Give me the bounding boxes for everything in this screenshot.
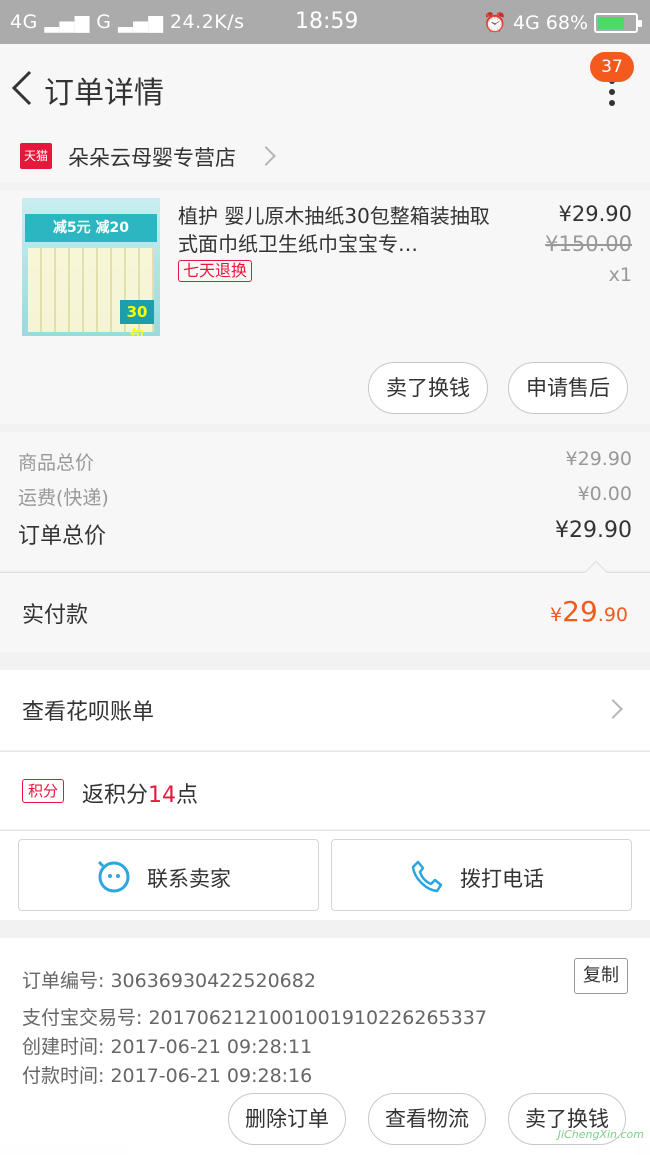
chat-bubble-icon xyxy=(97,860,130,893)
watermark: JiChengXin.com xyxy=(557,1128,644,1141)
resell-button[interactable]: 卖了换钱 xyxy=(368,362,488,414)
clock: 18:59 xyxy=(295,9,359,34)
status-right: ⏰ 4G 68% xyxy=(483,11,642,34)
call-phone-label: 拨打电话 xyxy=(460,867,544,891)
network-status: 4G ▂▄▆ G ▂▄▆ 24.2K/s xyxy=(10,11,245,33)
product-card: 减5元 减20 30包 植护 婴儿原木抽纸30包整箱装抽取式面巾纸卫生纸巾宝宝专… xyxy=(0,190,650,424)
points-number: 14 xyxy=(148,783,177,808)
created-time: 创建时间: 2017-06-21 09:28:11 xyxy=(22,1036,313,1058)
paid-decimal: .90 xyxy=(597,604,628,626)
contact-section: 联系卖家 拨打电话 xyxy=(0,830,650,920)
view-logistics-button[interactable]: 查看物流 xyxy=(368,1093,486,1145)
points-text: 返积分14点 xyxy=(82,777,198,809)
tmall-logo: 天猫 xyxy=(20,143,52,169)
paid-amount-row: 实付款 ¥29.90 xyxy=(0,560,650,652)
alipay-trade-number: 支付宝交易号: 2017062121001001910226265337 xyxy=(22,1007,487,1029)
carrier-type: G xyxy=(96,11,112,33)
battery-icon xyxy=(594,12,642,33)
call-phone-button[interactable]: 拨打电话 xyxy=(331,839,632,911)
product-image-count: 30包 xyxy=(120,300,154,336)
summary-value: ¥29.90 xyxy=(555,518,632,543)
delete-order-button[interactable]: 删除订单 xyxy=(228,1093,346,1145)
huabei-label: 查看花呗账单 xyxy=(22,700,155,725)
contact-seller-label: 联系卖家 xyxy=(147,867,231,891)
summary-row-goods: 商品总价 ¥29.90 xyxy=(18,448,632,475)
huabei-bill-row[interactable]: 查看花呗账单 xyxy=(0,670,650,750)
signal-icon-2: ▂▄▆ xyxy=(118,11,164,33)
bottom-action-bar: 删除订单 查看物流 卖了换钱 xyxy=(0,1085,650,1155)
product-image[interactable]: 减5元 减20 30包 xyxy=(22,198,160,336)
page-title: 订单详情 xyxy=(44,76,164,111)
points-badge: 积分 xyxy=(22,779,64,803)
paid-time: 付款时间: 2017-06-21 09:28:16 xyxy=(22,1065,313,1087)
chevron-right-icon xyxy=(256,146,276,166)
network-type: 4G xyxy=(10,11,38,33)
paid-value: ¥29.90 xyxy=(550,595,628,628)
more-menu-icon[interactable] xyxy=(608,78,616,108)
price-summary: 商品总价 ¥29.90 运费(快递) ¥0.00 订单总价 ¥29.90 xyxy=(0,432,650,570)
summary-row-total: 订单总价 ¥29.90 xyxy=(18,518,632,550)
message-count-badge: 37 xyxy=(590,52,634,82)
network-speed: 24.2K/s xyxy=(169,11,245,33)
back-arrow-icon[interactable] xyxy=(8,68,36,108)
points-suffix: 点 xyxy=(176,783,199,808)
battery-percent: 68% xyxy=(545,11,588,34)
product-name[interactable]: 植护 婴儿原木抽纸30包整箱装抽取式面巾纸卫生纸巾宝宝专… xyxy=(178,202,498,258)
right-network: 4G xyxy=(512,11,540,34)
summary-row-shipping: 运费(快递) ¥0.00 xyxy=(18,483,632,510)
order-number: 订单编号: 30636930422520682 xyxy=(22,970,316,992)
points-row: 积分 返积分14点 xyxy=(0,751,650,829)
order-info: 订单编号: 30636930422520682 复制 支付宝交易号: 20170… xyxy=(0,938,650,1098)
paid-label: 实付款 xyxy=(22,603,89,628)
signal-icon: ▂▄▆ xyxy=(44,11,90,33)
product-quantity: x1 xyxy=(608,264,632,286)
paid-integer: 29 xyxy=(562,595,598,628)
status-bar: 4G ▂▄▆ G ▂▄▆ 24.2K/s 18:59 ⏰ 4G 68% xyxy=(0,0,650,44)
alarm-icon: ⏰ xyxy=(483,12,507,34)
return-policy-badge: 七天退换 xyxy=(178,260,253,282)
product-price: ¥29.90 xyxy=(558,202,632,226)
after-sale-button[interactable]: 申请售后 xyxy=(508,362,628,414)
original-price: ¥150.00 xyxy=(545,232,632,256)
store-name: 朵朵云母婴专营店 xyxy=(68,146,236,170)
product-image-banner: 减5元 减20 xyxy=(25,214,157,242)
nav-bar: 订单详情 37 xyxy=(0,44,650,130)
points-prefix: 返积分 xyxy=(82,783,149,808)
summary-label: 运费(快递) xyxy=(18,487,109,509)
summary-value: ¥0.00 xyxy=(577,483,632,505)
summary-label: 订单总价 xyxy=(18,524,107,549)
paid-currency: ¥ xyxy=(550,604,563,626)
chevron-right-icon xyxy=(603,699,623,719)
summary-value: ¥29.90 xyxy=(565,448,632,470)
contact-seller-button[interactable]: 联系卖家 xyxy=(18,839,319,911)
summary-label: 商品总价 xyxy=(18,452,95,474)
phone-icon xyxy=(411,860,443,893)
store-row[interactable]: 天猫 朵朵云母婴专营店 xyxy=(0,130,650,182)
copy-button[interactable]: 复制 xyxy=(574,958,628,994)
